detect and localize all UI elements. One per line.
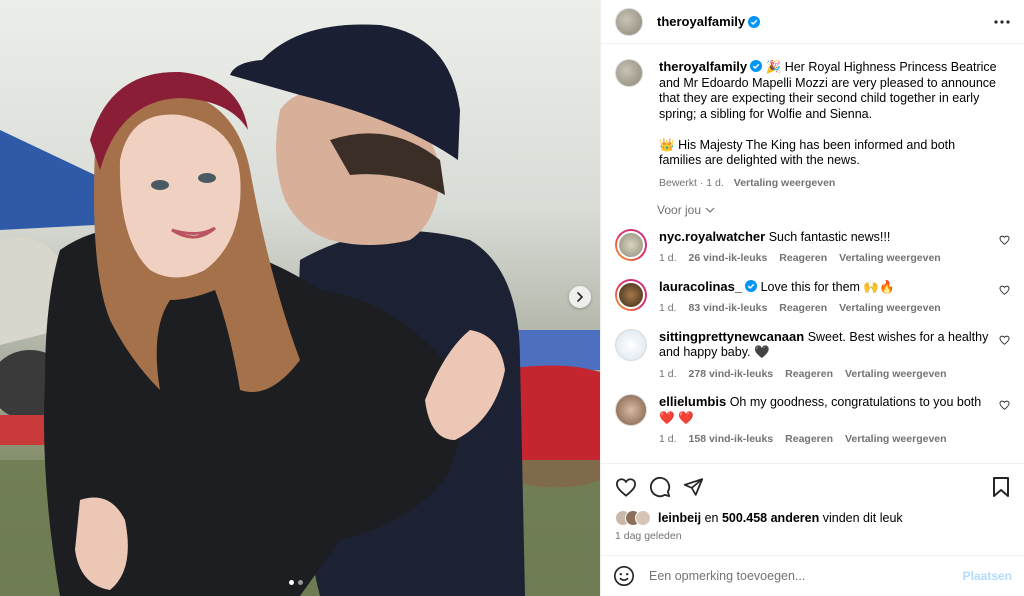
post-details-panel: theroyalfamily theroyalfamily 🎉 Her Roya… (600, 0, 1024, 596)
comment-time: 1 d. (659, 252, 677, 264)
comment-avatar[interactable] (615, 228, 647, 261)
next-photo-button[interactable] (569, 286, 591, 308)
heart-outline-icon[interactable] (999, 400, 1010, 410)
share-paper-plane-icon[interactable] (683, 477, 704, 497)
post-actions: leinbeij en 500.458 anderen vinden dit l… (601, 463, 1024, 542)
verified-badge-icon (745, 279, 758, 292)
comment-translate-link[interactable]: Vertaling weergeven (845, 432, 947, 448)
liker-username[interactable]: leinbeij (658, 511, 701, 525)
comment-likes[interactable]: 26 vind-ik-leuks (689, 251, 768, 267)
heart-outline-icon[interactable] (999, 235, 1010, 245)
chevron-right-icon (577, 292, 584, 302)
couple-photo (0, 24, 600, 596)
comment-username[interactable]: sittingprettynewcanaan (659, 329, 804, 344)
comment-item: sittingprettynewcanaan Sweet. Best wishe… (615, 328, 1010, 383)
comment-item: nyc.royalwatcher Such fantastic news!!! … (615, 228, 1010, 267)
carousel-dot (298, 580, 303, 585)
post-photo[interactable] (0, 0, 600, 596)
carousel-dot-active (289, 580, 294, 585)
comment-likes[interactable]: 278 vind-ik-leuks (689, 367, 774, 383)
emoji-picker-icon[interactable] (613, 565, 635, 587)
comment-item: ellielumbis Oh my goodness, congratulati… (615, 394, 1010, 448)
comment-translate-link[interactable]: Vertaling weergeven (839, 251, 941, 267)
caption-username[interactable]: theroyalfamily (659, 59, 747, 74)
comment-username[interactable]: lauracolinas_ (659, 279, 742, 294)
comment-reply-link[interactable]: Reageren (785, 432, 833, 448)
comment-time: 1 d. (659, 302, 677, 314)
comment-likes[interactable]: 158 vind-ik-leuks (689, 432, 774, 448)
caption-meta: Bewerkt · 1 d. Vertaling weergeven (659, 177, 999, 189)
comment-translate-link[interactable]: Vertaling weergeven (845, 367, 947, 383)
comment-username[interactable]: nyc.royalwatcher (659, 229, 765, 244)
comment-text: Such fantastic news!!! (768, 229, 891, 244)
account-username[interactable]: theroyalfamily (657, 14, 745, 29)
comment-likes[interactable]: 83 vind-ik-leuks (689, 301, 768, 317)
more-options-icon[interactable] (994, 19, 1010, 24)
comment-text: Love this for them 🙌🔥 (760, 279, 895, 294)
comment-username[interactable]: ellielumbis (659, 394, 726, 409)
heart-outline-icon[interactable] (999, 335, 1010, 345)
comment-reply-link[interactable]: Reageren (785, 367, 833, 383)
carousel-dots (289, 580, 303, 585)
caption-avatar[interactable] (615, 59, 643, 87)
caption-age: Bewerkt · 1 d. (659, 176, 724, 189)
comment-reply-link[interactable]: Reageren (779, 301, 827, 317)
verified-badge-icon (748, 15, 761, 28)
caption-text-2: His Majesty The King has been informed a… (659, 137, 956, 168)
comment-avatar[interactable] (615, 394, 647, 426)
comment-time: 1 d. (659, 433, 677, 445)
likes-summary[interactable]: leinbeij en 500.458 anderen vinden dit l… (615, 510, 1010, 526)
caption-text-block: theroyalfamily 🎉 Her Royal Highness Prin… (659, 59, 999, 169)
comment-sort-label: Voor jou (657, 202, 702, 217)
liker-avatar (635, 510, 651, 526)
comments-scroll-area[interactable]: theroyalfamily 🎉 Her Royal Highness Prin… (601, 45, 1024, 463)
likes-joiner: en (704, 511, 719, 525)
comment-bubble-icon[interactable] (649, 476, 671, 498)
comment-input[interactable] (649, 569, 963, 583)
post-date: 1 dag geleden (615, 530, 682, 542)
liker-avatars (615, 510, 651, 526)
comment-translate-link[interactable]: Vertaling weergeven (839, 301, 941, 317)
bookmark-save-icon[interactable] (992, 476, 1010, 498)
comment-sort-dropdown[interactable]: Voor jou (657, 203, 1010, 217)
add-comment-bar: Plaatsen (601, 555, 1024, 596)
likes-suffix: vinden dit leuk (822, 511, 903, 525)
caption-translate-link[interactable]: Vertaling weergeven (734, 177, 836, 189)
account-avatar[interactable] (615, 7, 643, 36)
comment-reply-link[interactable]: Reageren (779, 251, 827, 267)
party-popper-emoji: 🎉 (765, 60, 782, 74)
post-header: theroyalfamily (601, 0, 1024, 44)
post-caption: theroyalfamily 🎉 Her Royal Highness Prin… (615, 59, 1010, 189)
crown-emoji: 👑 (659, 137, 675, 152)
verified-badge-icon (750, 60, 763, 72)
likes-count[interactable]: 500.458 anderen (722, 511, 819, 525)
comment-item: lauracolinas_ Love this for them 🙌🔥 1 d.… (615, 278, 1010, 317)
post-comment-button[interactable]: Plaatsen (963, 569, 1012, 583)
comment-avatar[interactable] (615, 278, 647, 311)
comment-avatar[interactable] (615, 328, 647, 361)
comment-time: 1 d. (659, 367, 677, 380)
heart-outline-icon[interactable] (999, 285, 1010, 295)
like-heart-icon[interactable] (615, 477, 637, 497)
chevron-down-icon (705, 207, 715, 213)
